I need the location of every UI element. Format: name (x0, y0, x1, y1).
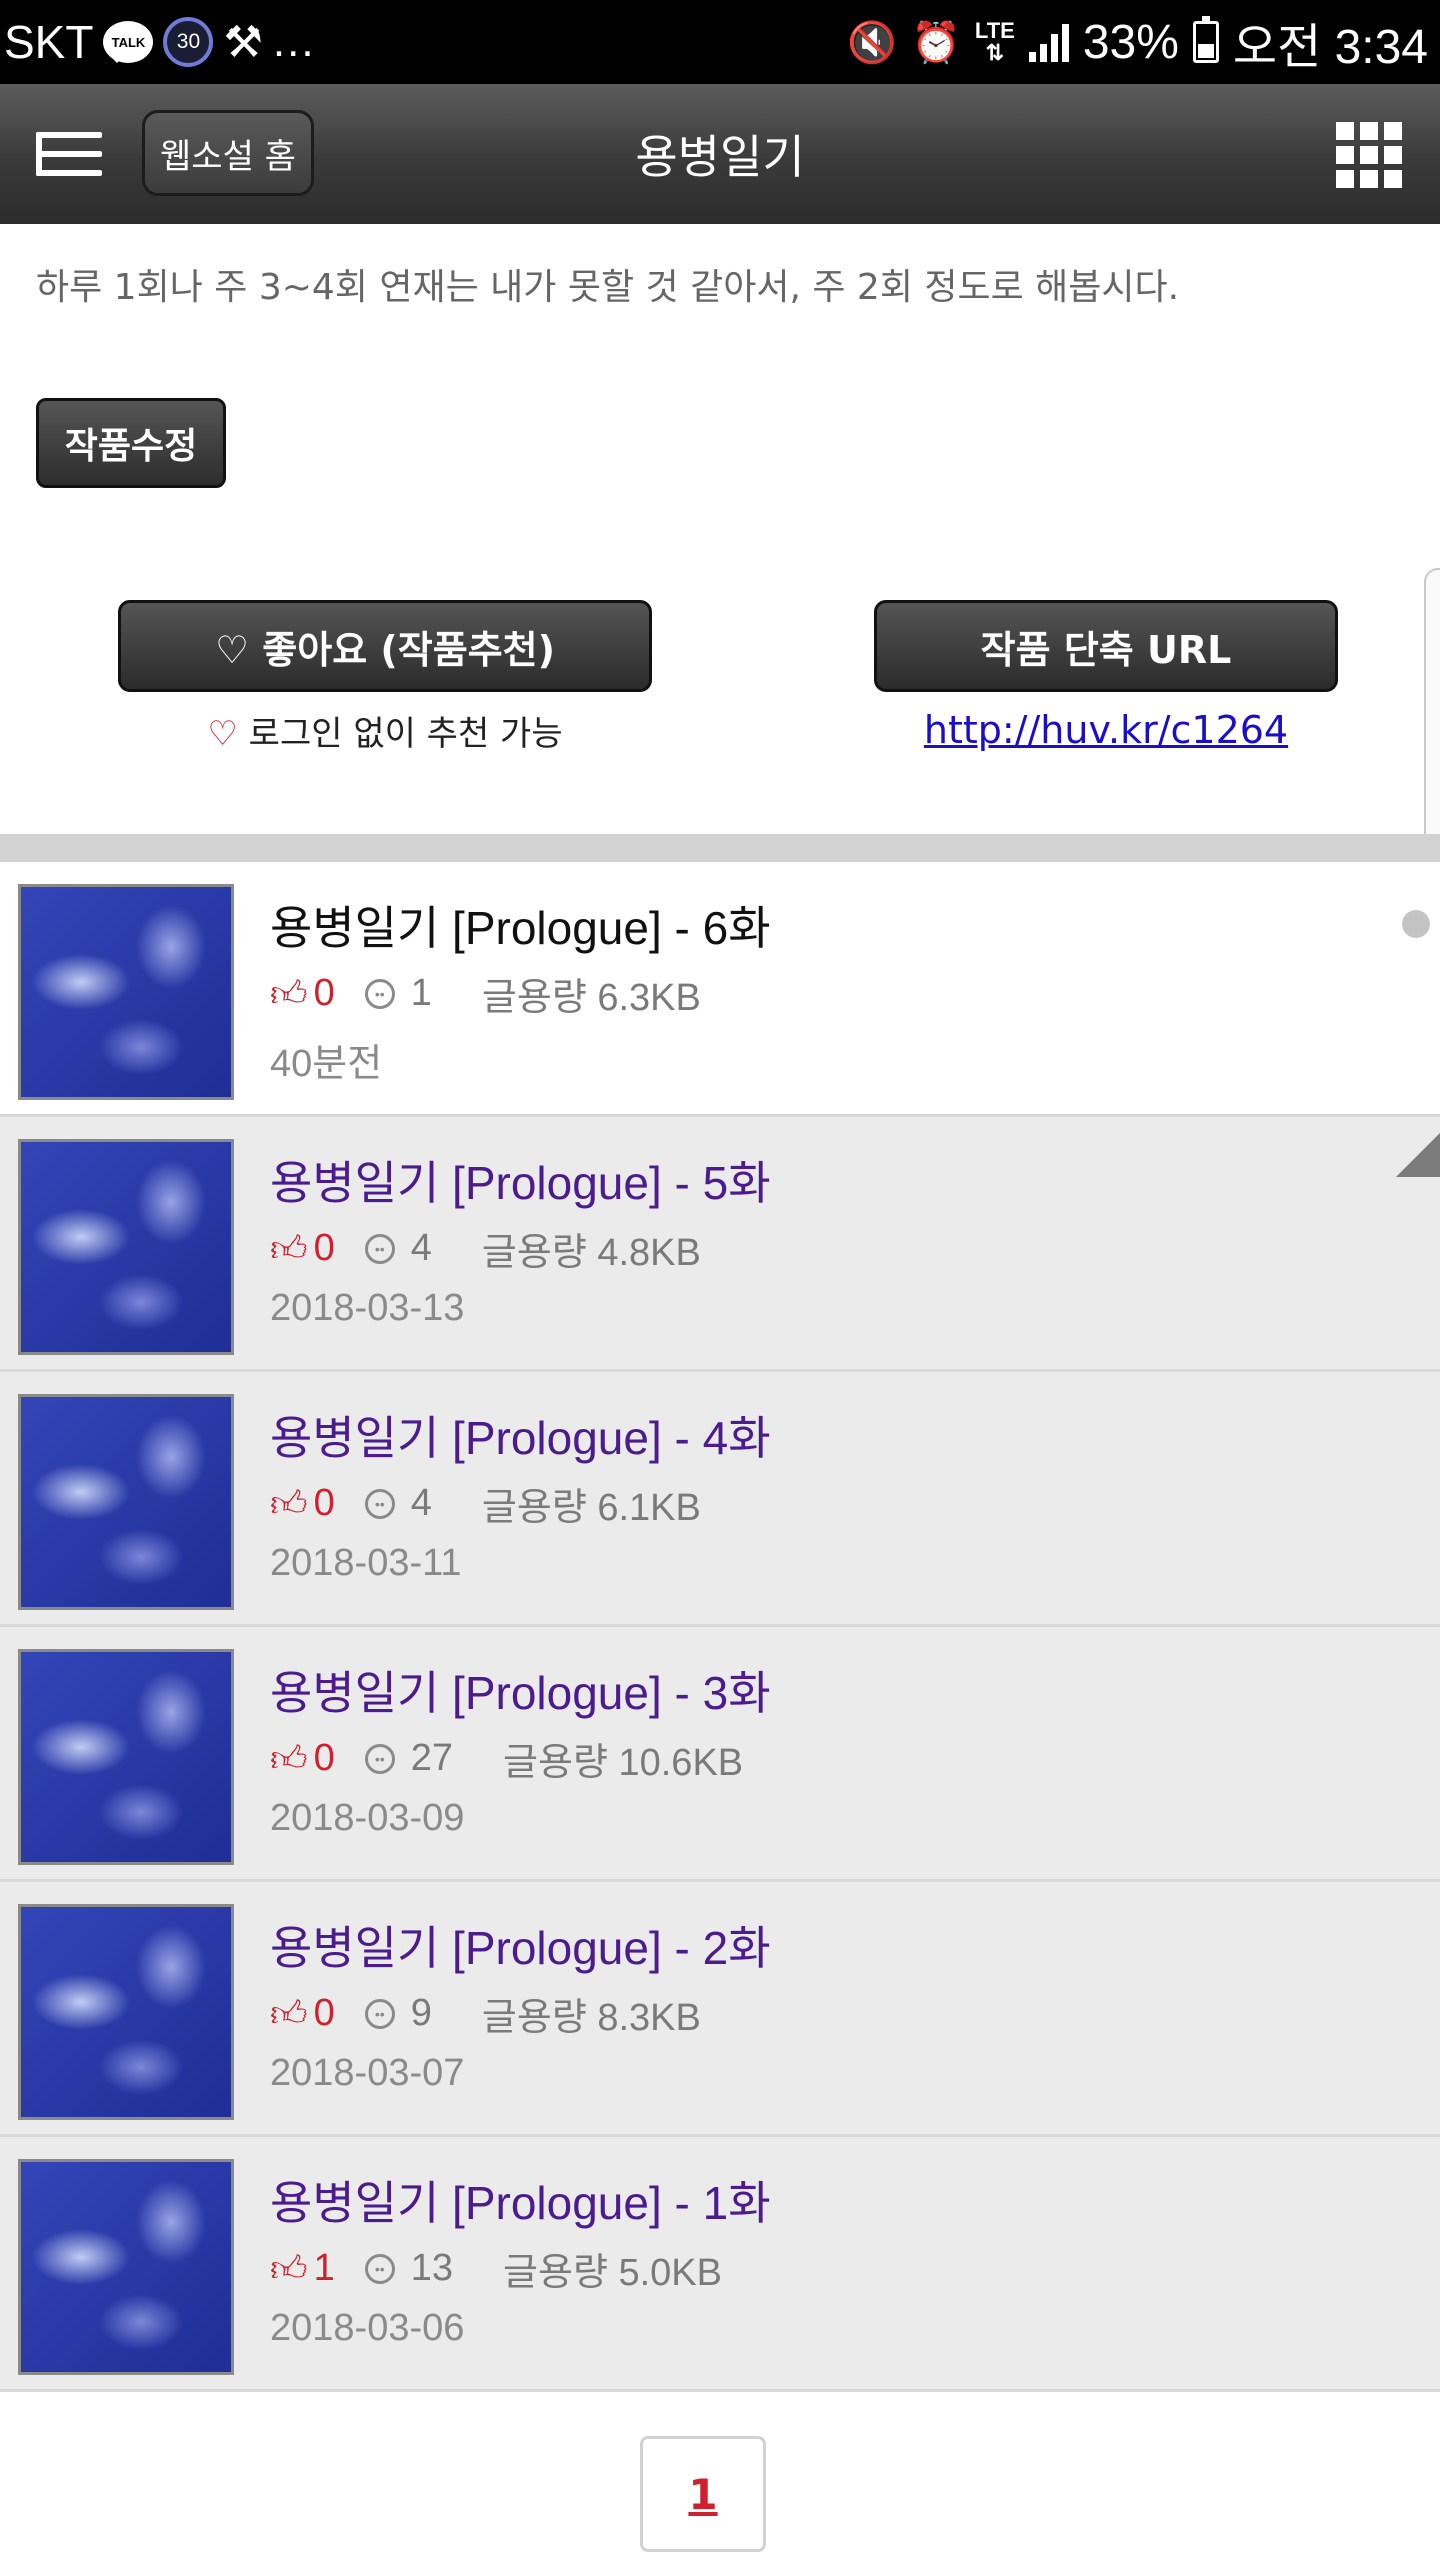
episode-title: 용병일기 [Prologue] - 1화 (270, 2177, 771, 2229)
text-size: 글용량 8.3KB (481, 1997, 701, 2039)
comment-icon: •• (364, 1998, 395, 2029)
episode-thumbnail (18, 1139, 234, 1355)
thumbs-up-icon: 👍︎ (270, 1482, 308, 1524)
episode-title: 용병일기 [Prologue] - 5화 (270, 1157, 771, 1209)
grid-icon[interactable] (1336, 122, 1402, 188)
page-1-button[interactable]: 1 (640, 2436, 766, 2552)
thumbs-up-icon: 👍︎ (270, 2247, 308, 2289)
thumbs-up-icon: 👍︎ (270, 1737, 308, 1779)
status-left: SKT TALK 30 ⚒ ... (4, 15, 316, 69)
heart-icon: ♡ (207, 714, 238, 754)
app-header: 웹소설 홈 용병일기 (0, 84, 1440, 224)
short-url-button[interactable]: 작품 단축 URL (874, 600, 1338, 692)
like-count: 1 (313, 2247, 335, 2289)
comment-count: 4 (410, 1227, 432, 1269)
corner-flag-icon (1396, 1133, 1440, 1177)
lte-icon: LTE ⇅ (974, 18, 1015, 65)
webnovel-home-button[interactable]: 웹소설 홈 (142, 110, 314, 196)
like-count: 0 (313, 1227, 335, 1269)
episode-meta: 👍︎ 0 •• 27 글용량 10.6KB (270, 1731, 743, 1786)
carrier-label: SKT (4, 16, 94, 68)
like-work-button[interactable]: ♡ 좋아요 (작품추천) (118, 600, 652, 692)
episode-meta: 👍︎ 0 •• 4 글용량 6.1KB (270, 1476, 701, 1531)
thumbs-up-icon: 👍︎ (270, 1227, 308, 1269)
status-right: 🔇 ⏰ LTE ⇅ 33% 오전 3:34 (847, 7, 1428, 77)
episode-date: 2018-03-11 (270, 1542, 462, 1584)
episode-date: 2018-03-07 (270, 2052, 465, 2094)
comment-icon: •• (364, 2253, 395, 2284)
episode-thumbnail (18, 2159, 234, 2375)
comment-icon: •• (364, 1743, 395, 1774)
episode-title: 용병일기 [Prologue] - 6화 (270, 902, 771, 954)
comment-count: 27 (410, 1737, 454, 1779)
comment-icon: •• (364, 978, 395, 1009)
talk-icon: TALK (103, 21, 154, 63)
lte-label: LTE (974, 18, 1015, 43)
comment-count: 4 (410, 1482, 432, 1524)
short-url-link[interactable]: http://huv.kr/c1264 (874, 708, 1338, 752)
episode-thumbnail (18, 884, 234, 1100)
signal-icon (1028, 22, 1069, 62)
more-notifications: ... (272, 17, 316, 66)
like-count: 0 (313, 972, 335, 1014)
text-size: 글용량 4.8KB (481, 1232, 701, 1274)
episode-title: 용병일기 [Prologue] - 3화 (270, 1667, 771, 1719)
episode-date: 2018-03-06 (270, 2307, 465, 2349)
thumbs-up-icon: 👍︎ (270, 972, 308, 1014)
like-count: 0 (313, 1737, 335, 1779)
episode-meta: 👍︎ 1 •• 13 글용량 5.0KB (270, 2241, 722, 2296)
comment-count: 9 (410, 1992, 432, 2034)
current-dot-indicator (1402, 910, 1430, 938)
episode-row-4[interactable]: 용병일기 [Prologue] - 4화 👍︎ 0 •• 4 글용량 6.1KB… (0, 1372, 1440, 1627)
text-size: 글용량 6.1KB (481, 1487, 701, 1529)
episode-date: 2018-03-09 (270, 1797, 465, 1839)
text-size: 글용량 5.0KB (503, 2252, 723, 2294)
like-note-text: 로그인 없이 추천 가능 (248, 714, 563, 754)
menu-icon[interactable] (36, 132, 102, 176)
episode-thumbnail (18, 1649, 234, 1865)
comment-icon: •• (364, 1488, 395, 1519)
episode-title: 용병일기 [Prologue] - 2화 (270, 1922, 771, 1974)
episode-thumbnail (18, 1904, 234, 2120)
episode-thumbnail (18, 1394, 234, 1610)
episode-row-6[interactable]: 용병일기 [Prologue] - 6화 👍︎ 0 •• 1 글용량 6.3KB… (0, 862, 1440, 1117)
like-note: ♡ 로그인 없이 추천 가능 (118, 706, 652, 755)
text-size: 글용량 10.6KB (503, 1742, 744, 1784)
like-count: 0 (313, 1992, 335, 2034)
episode-title: 용병일기 [Prologue] - 4화 (270, 1412, 771, 1464)
episode-list: 용병일기 [Prologue] - 6화 👍︎ 0 •• 1 글용량 6.3KB… (0, 862, 1440, 2392)
clock: 오전 3:34 (1232, 21, 1428, 74)
text-size: 글용량 6.3KB (481, 977, 701, 1019)
comment-icon: •• (364, 1233, 395, 1264)
episode-meta: 👍︎ 0 •• 4 글용량 4.8KB (270, 1221, 701, 1276)
episode-row-5[interactable]: 용병일기 [Prologue] - 5화 👍︎ 0 •• 4 글용량 4.8KB… (0, 1117, 1440, 1372)
mute-icon: 🔇 (847, 20, 898, 65)
episode-date: 40분전 (270, 1043, 383, 1085)
episode-row-1[interactable]: 용병일기 [Prologue] - 1화 👍︎ 1 •• 13 글용량 5.0K… (0, 2137, 1440, 2392)
episode-meta: 👍︎ 0 •• 9 글용량 8.3KB (270, 1986, 701, 2041)
episode-row-3[interactable]: 용병일기 [Prologue] - 3화 👍︎ 0 •• 27 글용량 10.6… (0, 1627, 1440, 1882)
like-count: 0 (313, 1482, 335, 1524)
notification-badge-icon: 30 (163, 17, 214, 67)
episode-row-2[interactable]: 용병일기 [Prologue] - 2화 👍︎ 0 •• 9 글용량 8.3KB… (0, 1882, 1440, 2137)
episode-date: 2018-03-13 (270, 1287, 465, 1329)
tools-icon: ⚒ (223, 17, 263, 67)
status-bar: SKT TALK 30 ⚒ ... 🔇 ⏰ LTE ⇅ 33% 오전 3:34 (0, 0, 1440, 84)
work-description: 하루 1회나 주 3~4회 연재는 내가 못할 것 같아서, 주 2회 정도로 … (36, 267, 1180, 308)
comment-count: 13 (410, 2247, 454, 2289)
section-divider (0, 834, 1440, 862)
battery-icon (1192, 16, 1219, 63)
battery-percent: 33% (1082, 15, 1179, 69)
comment-count: 1 (410, 972, 432, 1014)
episode-meta: 👍︎ 0 •• 1 글용량 6.3KB (270, 966, 701, 1021)
alarm-icon: ⏰ (911, 20, 961, 65)
thumbs-up-icon: 👍︎ (270, 1992, 308, 2034)
edit-work-button[interactable]: 작품수정 (36, 398, 226, 488)
